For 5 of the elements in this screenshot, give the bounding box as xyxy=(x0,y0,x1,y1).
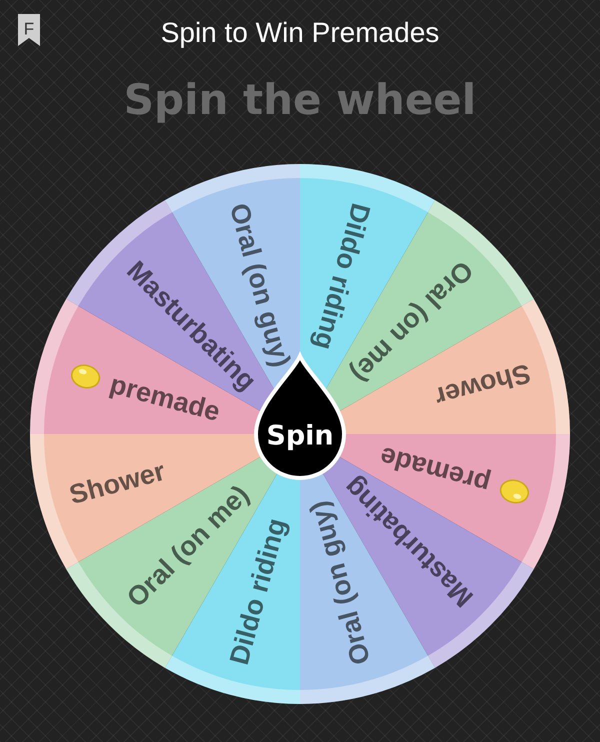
segment-label: Shower xyxy=(66,456,168,510)
page-title: Spin to Win Premades xyxy=(160,17,440,49)
wheel-heading: Spin the wheel xyxy=(124,74,476,126)
bookmark-icon[interactable]: F xyxy=(16,12,42,48)
segment-label: Shower xyxy=(432,358,534,412)
